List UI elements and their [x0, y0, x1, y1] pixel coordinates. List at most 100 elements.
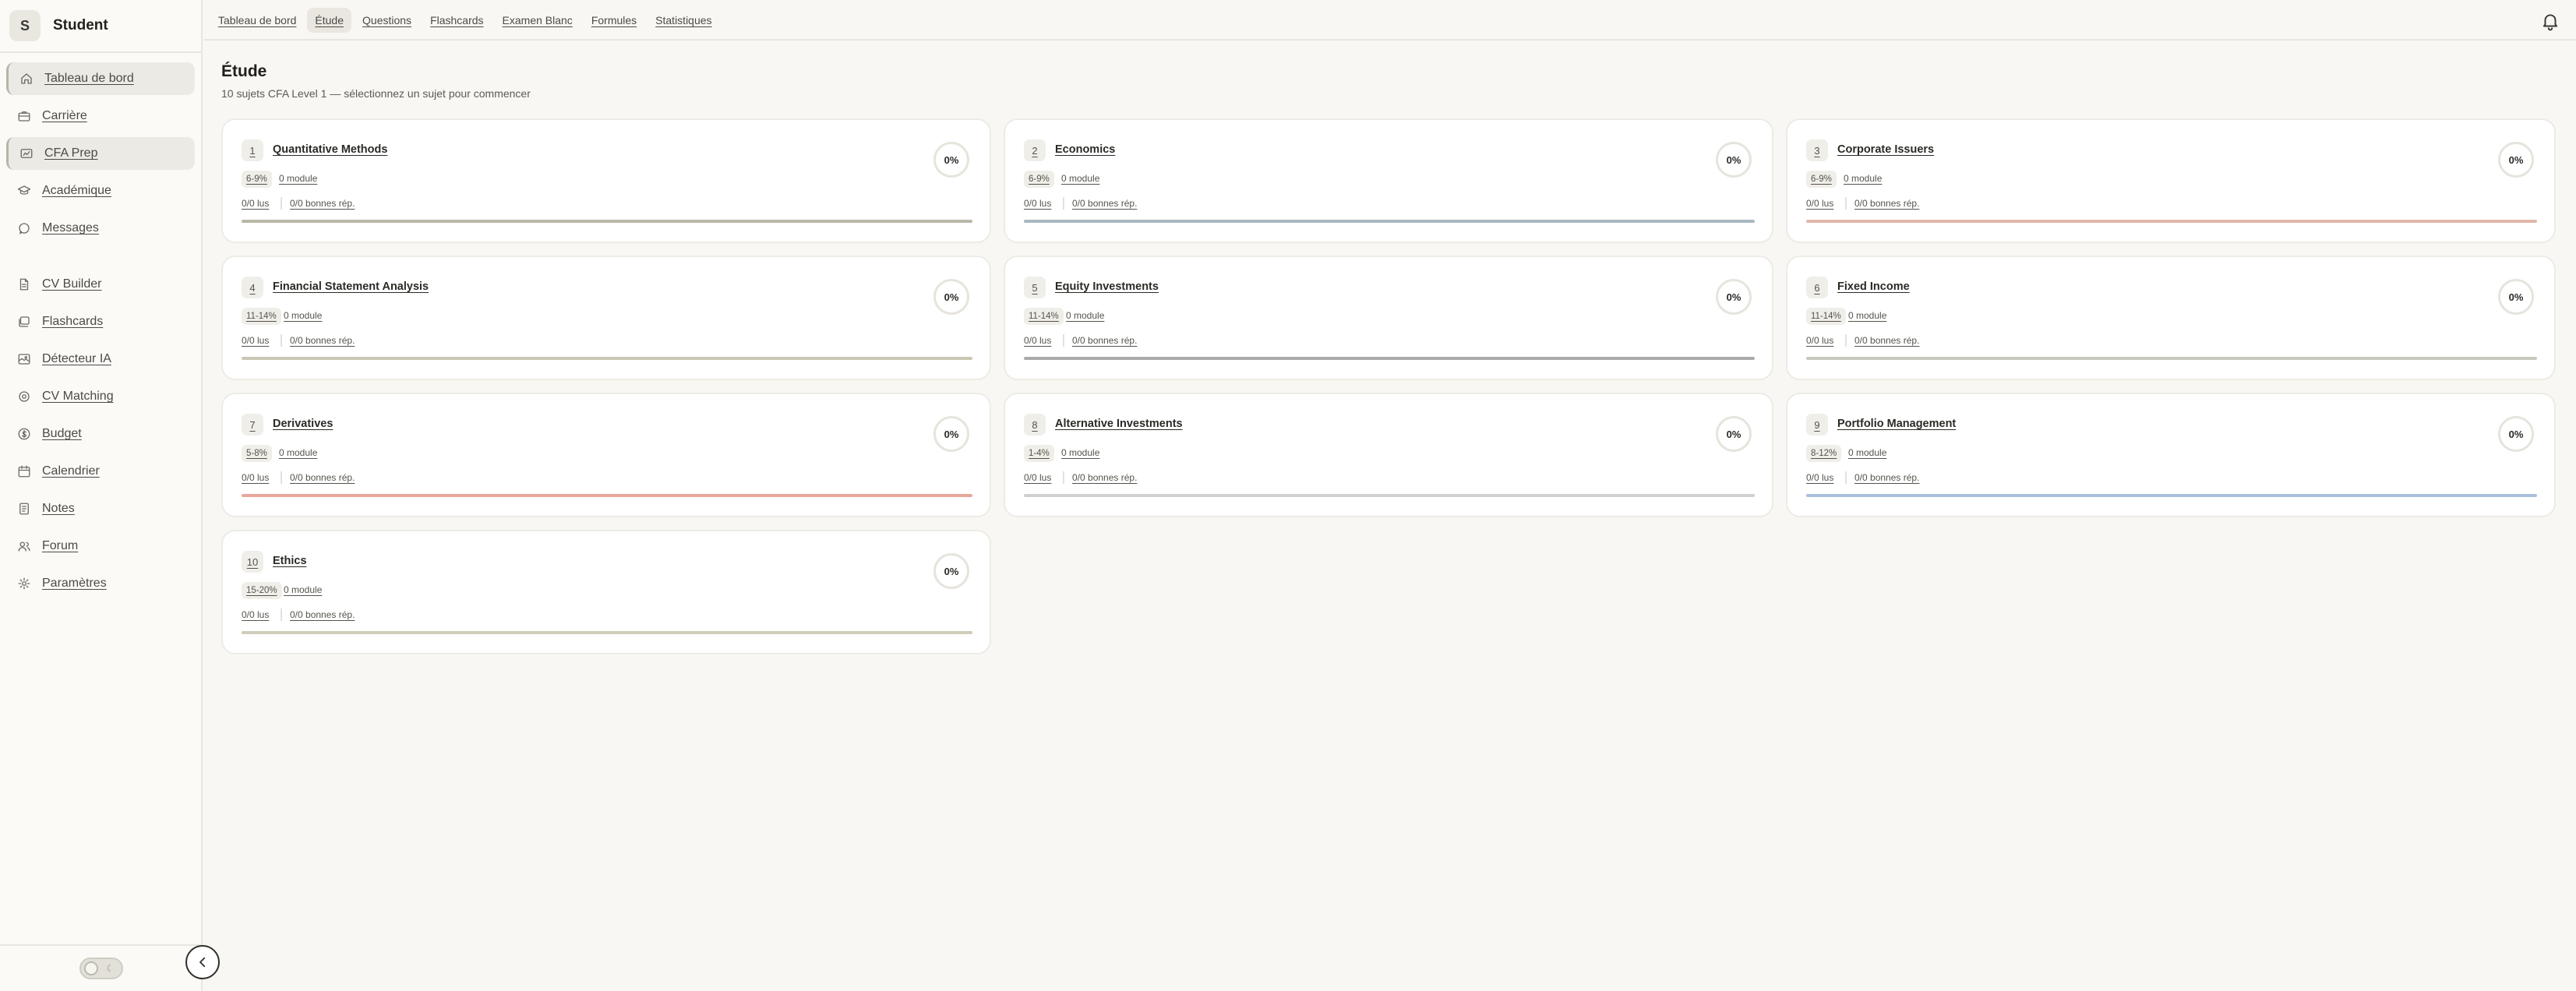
cards-icon [17, 315, 31, 329]
sidebar-item-detecteur-ia[interactable]: Détecteur IA [6, 343, 195, 376]
weight-badge: 6-9% [242, 171, 272, 188]
topic-number: 5 [1024, 277, 1046, 298]
topic-number: 8 [1024, 414, 1046, 436]
correct-count: 0/0 bonnes rép. [1854, 472, 1920, 483]
progress-percent: 0% [1726, 291, 1741, 303]
sidebar-item-notes[interactable]: Notes [6, 492, 195, 525]
topic-number: 3 [1806, 139, 1828, 161]
sidebar: S Student Tableau de bord Carrière CFA Pre… [0, 0, 203, 991]
main-content: Étude 10 sujets CFA Level 1 — sélectionn… [221, 41, 2576, 991]
progress-ring: 0% [2498, 279, 2534, 315]
topic-card[interactable]: 5 Equity Investments 11-14% 0 module 0/0 lus… [1004, 256, 1773, 380]
message-icon [17, 221, 31, 235]
sidebar-item-tableau-de-bord[interactable]: Tableau de bord [6, 62, 195, 95]
target-icon [17, 390, 31, 404]
progress-ring: 0% [933, 142, 969, 178]
correct-count: 0/0 bonnes rép. [290, 335, 355, 346]
progress-bar [1024, 494, 1755, 497]
read-count: 0/0 lus [242, 198, 270, 209]
sidebar-item-label: Carrière [42, 109, 87, 122]
progress-bar [1024, 220, 1755, 223]
topic-card[interactable]: 8 Alternative Investments 1-4% 0 module 0/0 … [1004, 393, 1773, 517]
tab-etude[interactable]: Étude [307, 8, 352, 33]
read-count: 0/0 lus [1806, 335, 1834, 346]
topic-card[interactable]: 10 Ethics 15-20% 0 module 0/0 lus 0/0 bonnes … [221, 530, 991, 654]
divider [281, 334, 282, 347]
weight-badge: 6-9% [1806, 171, 1837, 188]
topic-title[interactable]: Alternative Investments [1055, 418, 1183, 430]
progress-percent: 0% [2508, 428, 2524, 440]
sidebar-item-label: Notes [42, 502, 75, 515]
sidebar-item-label: Académique [42, 184, 111, 197]
dollar-icon [17, 427, 31, 441]
theme-toggle[interactable]: ☾ [79, 957, 123, 979]
topic-title[interactable]: Financial Statement Analysis [273, 280, 429, 293]
divider [1845, 334, 1847, 347]
tab-formules[interactable]: Formules [584, 8, 644, 33]
divider [0, 944, 201, 946]
sidebar-item-calendrier[interactable]: Calendrier [6, 455, 195, 488]
topic-title[interactable]: Quantitative Methods [273, 143, 387, 156]
sidebar-item-carriere[interactable]: Carrière [6, 100, 195, 132]
progress-percent: 0% [2508, 153, 2524, 166]
sidebar-item-label: CFA Prep [44, 146, 98, 160]
tab-tableau-de-bord[interactable]: Tableau de bord [210, 8, 304, 33]
sidebar-item-label: Budget [42, 427, 82, 440]
tab-flashcards[interactable]: Flashcards [422, 8, 491, 33]
module-count: 0 module [1066, 310, 1105, 321]
weight-badge: 11-14% [1024, 308, 1064, 325]
topic-number: 9 [1806, 414, 1828, 436]
progress-ring: 0% [1716, 279, 1752, 315]
divider [1063, 471, 1064, 484]
topic-title[interactable]: Corporate Issuers [1837, 143, 1934, 156]
tab-statistiques[interactable]: Statistiques [648, 8, 719, 33]
sidebar-item-messages[interactable]: Messages [6, 212, 195, 245]
sidebar-item-flashcards[interactable]: Flashcards [6, 305, 195, 338]
notifications-button[interactable] [2540, 11, 2560, 31]
briefcase-icon [17, 109, 31, 123]
page-title: Étude [221, 62, 267, 80]
sidebar-item-budget[interactable]: Budget [6, 418, 195, 450]
topic-title[interactable]: Economics [1055, 143, 1115, 156]
correct-count: 0/0 bonnes rép. [1854, 335, 1920, 346]
topic-card[interactable]: 2 Economics 6-9% 0 module 0/0 lus 0/0 bonnes … [1004, 118, 1773, 243]
sidebar-item-forum[interactable]: Forum [6, 530, 195, 563]
progress-ring: 0% [933, 553, 969, 589]
divider [1063, 334, 1064, 347]
progress-percent: 0% [1726, 428, 1741, 440]
progress-percent: 0% [944, 153, 959, 166]
progress-bar [1806, 494, 2537, 497]
topic-title[interactable]: Ethics [273, 555, 307, 567]
sidebar-item-cfa-prep[interactable]: CFA Prep [6, 137, 195, 170]
topic-card[interactable]: 1 Quantitative Methods 6-9% 0 module 0/0 lus… [221, 118, 991, 243]
sidebar-item-cv-builder[interactable]: CV Builder [6, 268, 195, 301]
topic-title[interactable]: Equity Investments [1055, 280, 1159, 293]
tab-examen-blanc[interactable]: Examen Blanc [495, 8, 580, 33]
topic-number: 6 [1806, 277, 1828, 298]
sidebar-item-parametres[interactable]: Paramètres [6, 567, 195, 600]
sidebar-item-cv-matching[interactable]: CV Matching [6, 380, 195, 413]
image-scan-icon [17, 352, 31, 366]
progress-ring: 0% [2498, 416, 2534, 452]
topic-card[interactable]: 7 Derivatives 5-8% 0 module 0/0 lus 0/0 bonne… [221, 393, 991, 517]
topic-card[interactable]: 6 Fixed Income 11-14% 0 module 0/0 lus 0/0 bo… [1786, 256, 2556, 380]
correct-count: 0/0 bonnes rép. [290, 472, 355, 483]
progress-ring: 0% [1716, 416, 1752, 452]
tab-questions[interactable]: Questions [355, 8, 419, 33]
sidebar-item-label: CV Matching [42, 390, 114, 403]
collapse-sidebar-button[interactable] [185, 945, 220, 979]
brand[interactable]: S Student [9, 9, 108, 42]
weight-badge: 1-4% [1024, 445, 1054, 462]
topic-card[interactable]: 4 Financial Statement Analysis 11-14% 0 mod… [221, 256, 991, 380]
progress-ring: 0% [1716, 142, 1752, 178]
topic-card[interactable]: 3 Corporate Issuers 6-9% 0 module 0/0 lus 0/0… [1786, 118, 2556, 243]
topic-card[interactable]: 9 Portfolio Management 8-12% 0 module 0/0 lu… [1786, 393, 2556, 517]
progress-ring: 0% [933, 279, 969, 315]
topic-title[interactable]: Derivatives [273, 418, 333, 430]
sidebar-item-label: Flashcards [42, 315, 104, 328]
sidebar-item-academique[interactable]: Académique [6, 175, 195, 207]
graduation-cap-icon [17, 184, 31, 198]
topic-title[interactable]: Fixed Income [1837, 280, 1910, 293]
topic-title[interactable]: Portfolio Management [1837, 418, 1956, 430]
topic-number: 7 [242, 414, 263, 436]
